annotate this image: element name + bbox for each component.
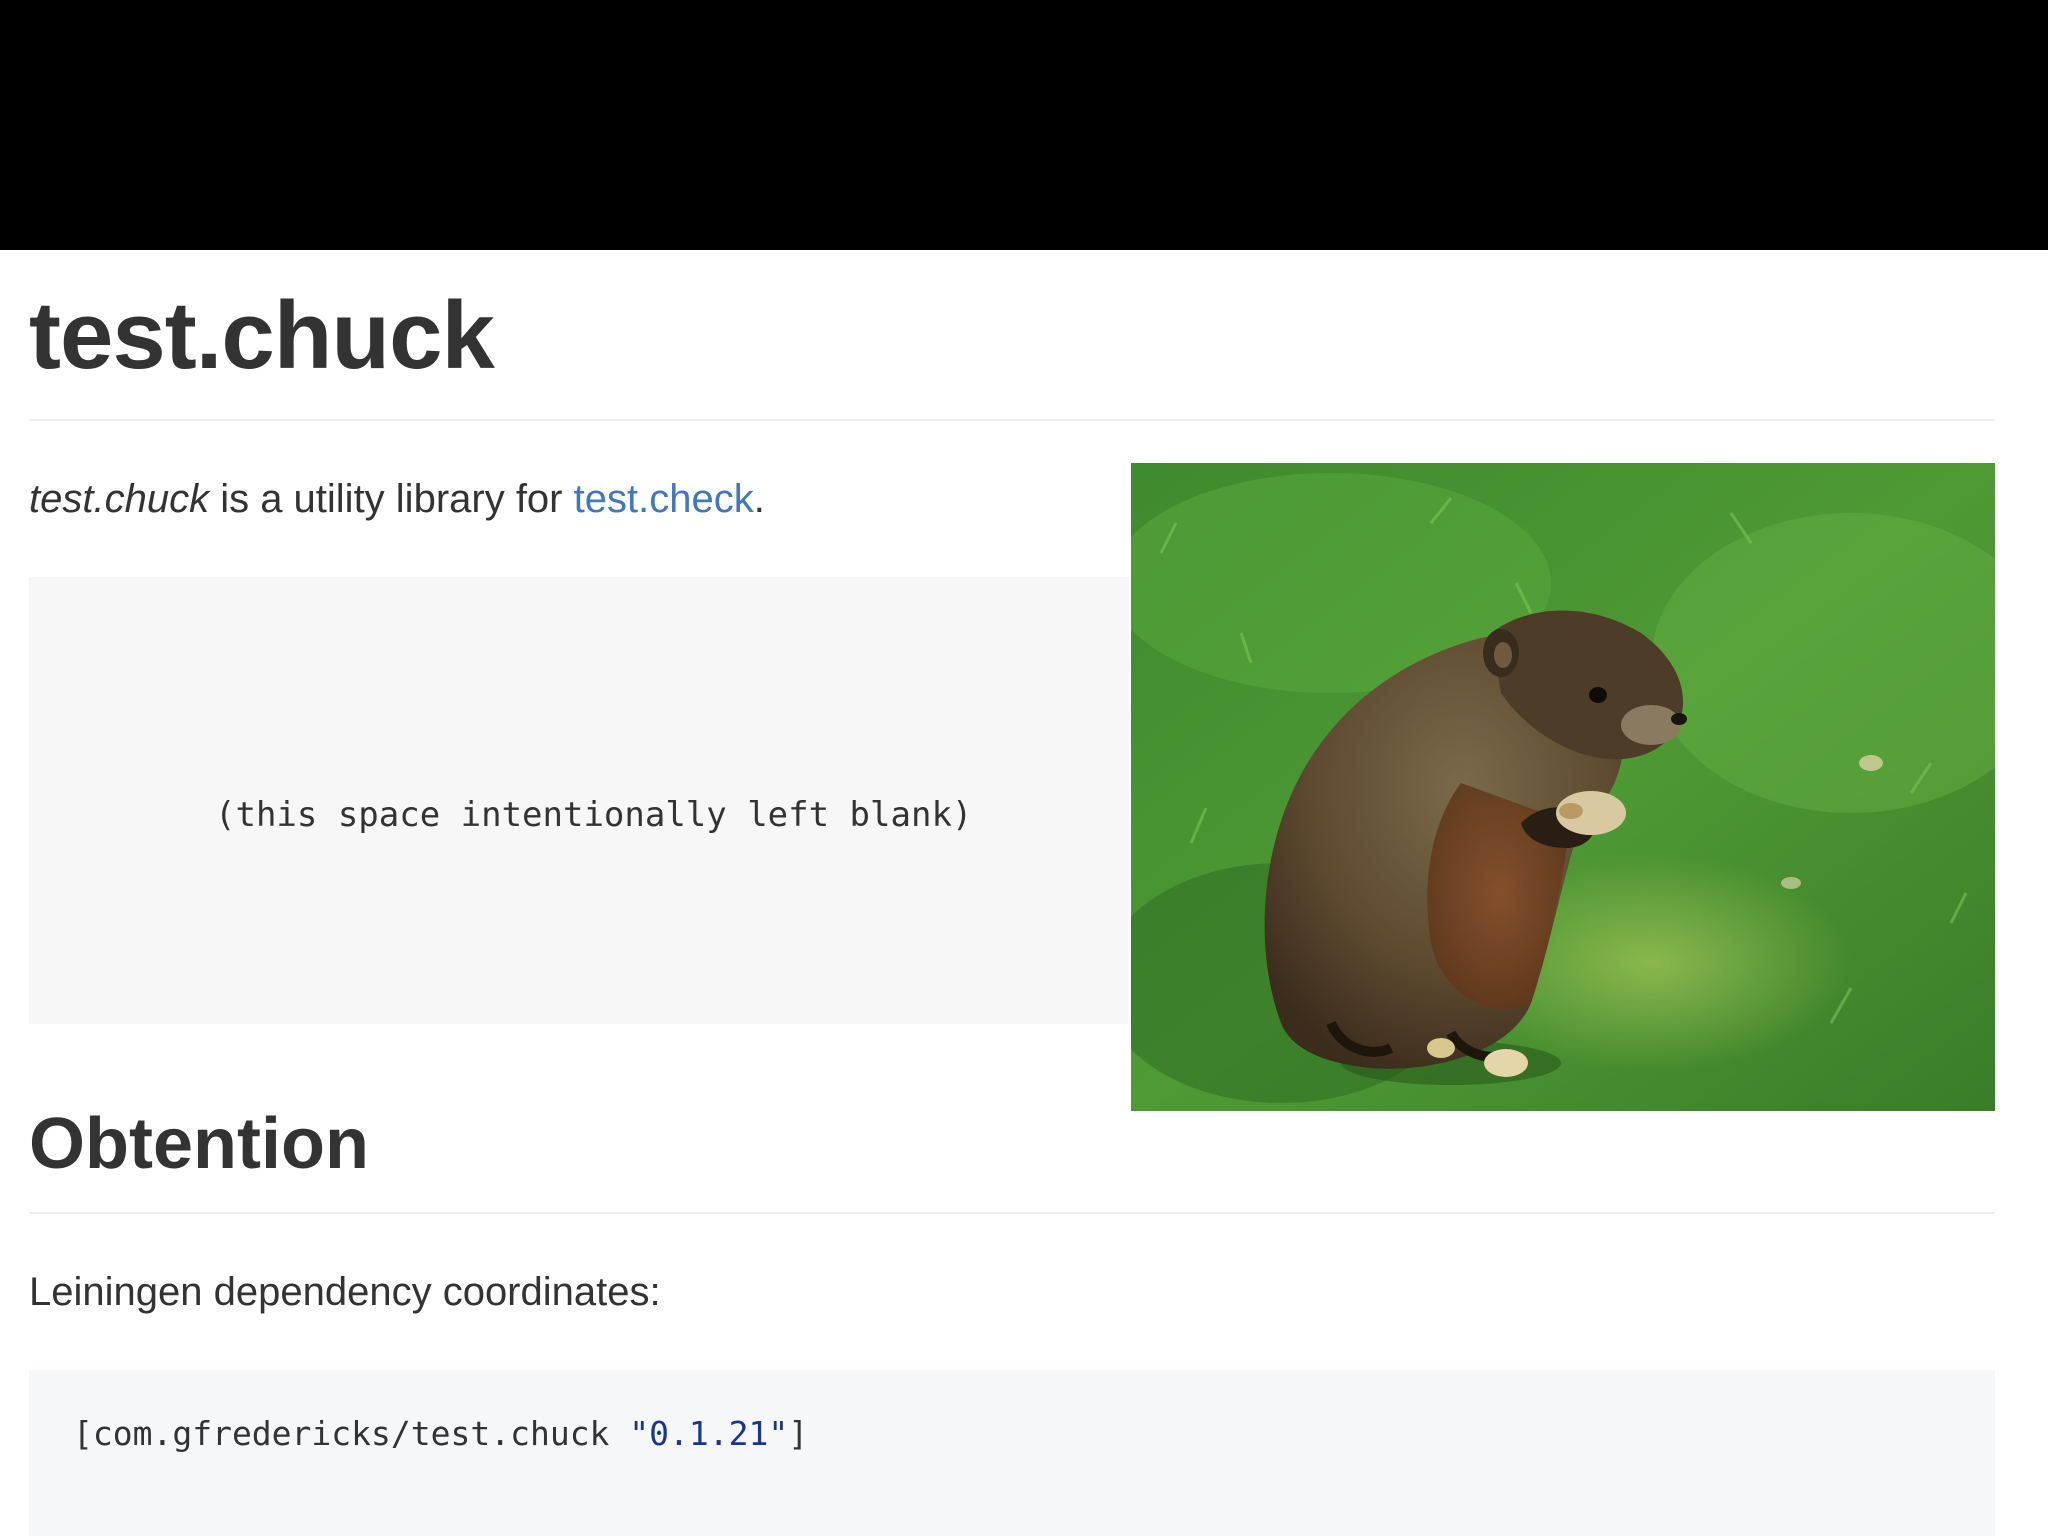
dependency-code-text: [com.gfredericks/test.chuck "0.1.21"]: [73, 1414, 808, 1454]
dependency-code-block: [com.gfredericks/test.chuck "0.1.21"]: [29, 1370, 1995, 1536]
obtention-heading: Obtention: [29, 1104, 369, 1184]
readme-page: test.chuck test.chuck is a utility libra…: [0, 250, 2048, 1536]
code-suffix: ]: [788, 1414, 809, 1453]
title-divider: [29, 419, 1995, 421]
intro-middle-text: is a utility library for: [209, 477, 574, 521]
test-check-link[interactable]: test.check: [574, 477, 754, 521]
leiningen-lead-text: Leiningen dependency coordinates:: [29, 1270, 661, 1314]
code-version-string: "0.1.21": [629, 1414, 789, 1453]
intro-end-text: .: [753, 477, 765, 521]
code-prefix: [com.gfredericks/test.chuck: [73, 1414, 630, 1453]
page-title: test.chuck: [29, 282, 495, 389]
obtention-divider: [29, 1212, 1995, 1214]
blank-code-text: (this space intentionally left blank): [215, 795, 973, 835]
intro-emphasis: test.chuck: [29, 477, 210, 521]
intro-paragraph: test.chuck is a utility library for test…: [29, 475, 765, 523]
blank-code-block: (this space intentionally left blank): [29, 577, 1129, 1024]
top-black-bar: [0, 0, 2048, 250]
groundhog-photo: [1131, 463, 1995, 1111]
